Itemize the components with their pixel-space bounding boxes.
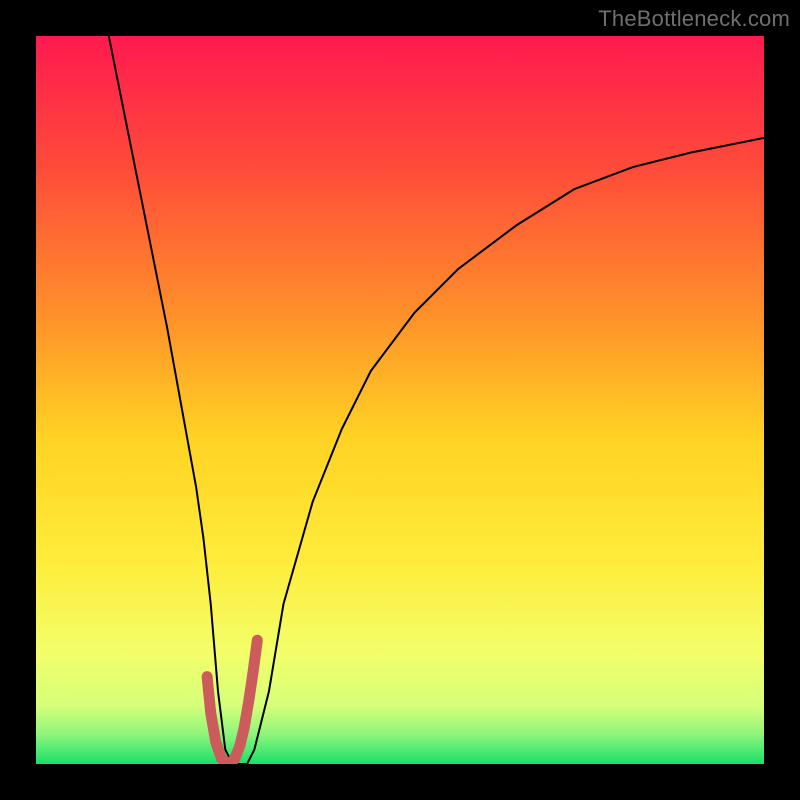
watermark-text: TheBottleneck.com	[598, 6, 790, 32]
chart-frame: TheBottleneck.com	[0, 0, 800, 800]
bottleneck-curve-chart	[36, 36, 764, 764]
plot-area	[36, 36, 764, 764]
gradient-background	[36, 36, 764, 764]
